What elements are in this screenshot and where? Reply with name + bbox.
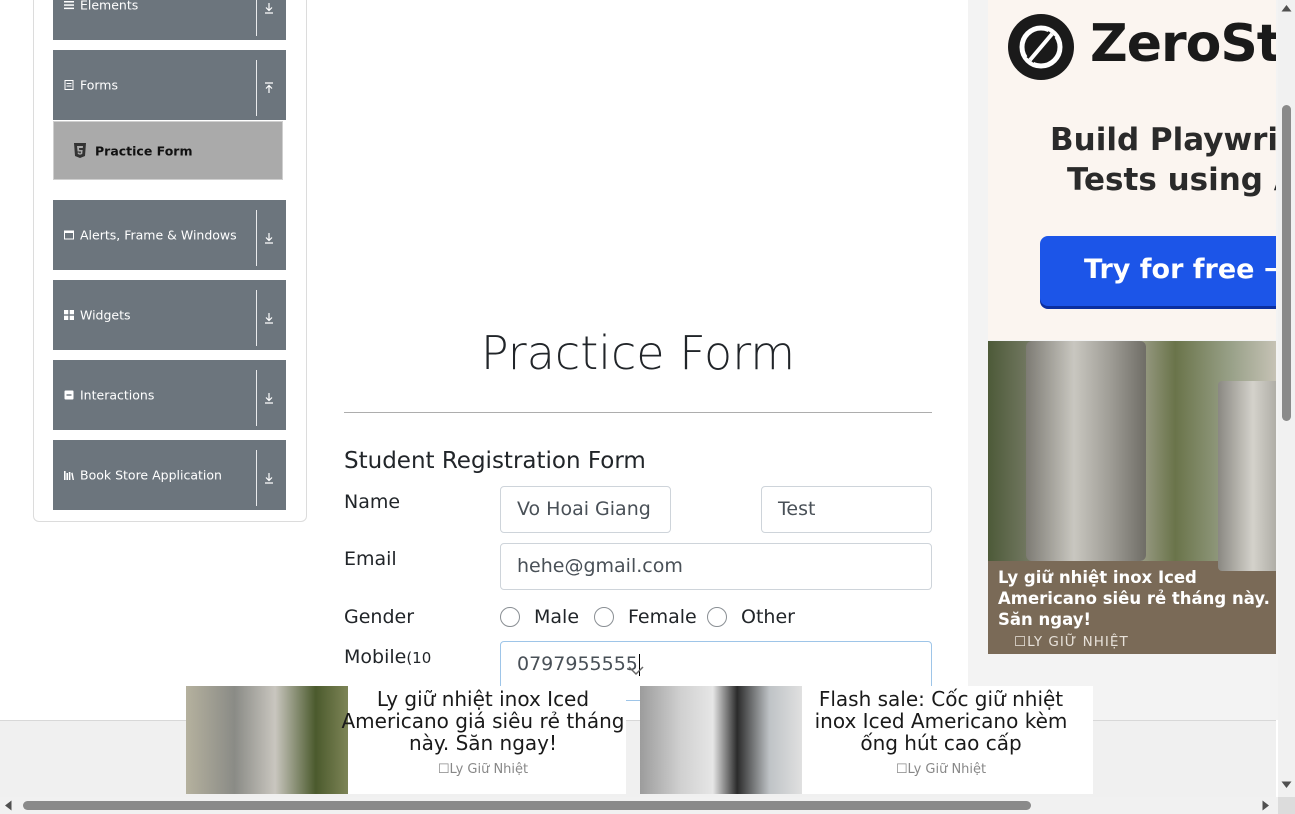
tumbler-photo <box>988 341 1276 571</box>
scroll-right-icon[interactable] <box>1262 800 1270 811</box>
sidebar-group-elements[interactable]: Elements <box>53 0 286 40</box>
name-label: Name <box>344 491 401 513</box>
first-name-input[interactable]: Vo Hoai Giang <box>500 486 671 533</box>
gender-radio-female[interactable]: Female <box>594 604 697 630</box>
books-icon <box>64 470 74 480</box>
ad-thumbnail <box>640 686 802 794</box>
tumbler-image <box>1218 381 1276 571</box>
gender-radio-male[interactable]: Male <box>500 604 579 630</box>
try-for-free-button[interactable]: Try for free → <box>1040 236 1276 306</box>
grid-icon <box>64 310 74 320</box>
page: Elements Forms Practice Form Alerts, Fra… <box>0 0 1295 814</box>
sidebar-group-widgets[interactable]: Widgets <box>53 280 286 350</box>
ad-text: Flash sale: Cốc giữ nhiệt inox Iced Amer… <box>814 687 1068 755</box>
page-title: Practice Form <box>480 326 796 380</box>
html5-icon <box>73 142 87 159</box>
ad-thumbnail <box>186 686 348 794</box>
mobile-label-text: Mobile <box>344 646 407 668</box>
download-arrow-icon[interactable] <box>263 469 275 484</box>
ad-caption: Ly giữ nhiệt inox Iced Americano siêu rẻ… <box>998 568 1270 629</box>
ad-brand: ☐Ly Giữ Nhiệt <box>895 762 987 777</box>
radio-label: Male <box>534 606 580 628</box>
download-arrow-icon[interactable] <box>263 389 275 404</box>
sidebar-group-forms[interactable]: Forms <box>53 50 286 120</box>
last-name-input[interactable]: Test <box>761 486 932 533</box>
divider <box>256 290 257 346</box>
interaction-icon <box>64 390 74 400</box>
mobile-label: Mobile(10 <box>344 646 431 668</box>
mobile-hint: (10 <box>406 649 432 667</box>
ad-tagline-line1: Build Playwrigh <box>1050 122 1276 158</box>
tumbler-ad[interactable]: Ly giữ nhiệt inox Iced Americano siêu rẻ… <box>988 341 1276 654</box>
form-icon <box>64 80 74 90</box>
ad-tagline-line2: Tests using A <box>1067 162 1276 198</box>
divider <box>256 210 257 266</box>
tumbler-image <box>1026 341 1146 561</box>
sidebar-group-alerts[interactable]: Alerts, Frame & Windows <box>53 200 286 270</box>
divider <box>256 370 257 426</box>
sidebar-group-label: Elements <box>80 0 139 13</box>
vertical-scroll-thumb[interactable] <box>1282 105 1291 421</box>
download-arrow-icon[interactable] <box>263 309 275 324</box>
ad-brand: ☐Ly Giữ Nhiệt <box>437 762 529 777</box>
bottom-ad-2[interactable]: Flash sale: Cốc giữ nhiệt inox Iced Amer… <box>640 686 1093 794</box>
scroll-up-icon[interactable] <box>1281 4 1292 12</box>
ad-text: Ly giữ nhiệt inox Iced Americano giá siê… <box>341 687 625 755</box>
list-icon <box>64 0 74 10</box>
sidebar-item-practice-form[interactable]: Practice Form <box>53 121 283 180</box>
bottom-ad-1[interactable]: Ly giữ nhiệt inox Iced Americano giá siê… <box>186 686 626 794</box>
download-arrow-icon[interactable] <box>263 229 275 244</box>
mobile-value: 0797955555 <box>517 653 638 675</box>
radio-button[interactable] <box>500 607 520 627</box>
sidebar-group-label: Book Store Application <box>80 467 222 483</box>
zerostep-logo-icon <box>1008 14 1074 80</box>
ad-brand-link[interactable]: ☐LY GIỮ NHIỆT <box>1014 634 1129 650</box>
email-label: Email <box>344 548 397 570</box>
sidebar-group-label: Forms <box>80 77 119 93</box>
radio-button[interactable] <box>707 607 727 627</box>
chevron-down-icon <box>628 666 644 676</box>
scroll-down-icon[interactable] <box>1281 781 1292 789</box>
ad-brand: ZeroSte <box>1090 14 1276 74</box>
radio-button[interactable] <box>594 607 614 627</box>
gender-label: Gender <box>344 606 415 628</box>
radio-label: Female <box>628 606 697 628</box>
scrollbar-corner <box>1278 797 1295 814</box>
email-input[interactable]: hehe@gmail.com <box>500 543 932 590</box>
sidebar-group-interactions[interactable]: Interactions <box>53 360 286 430</box>
horizontal-scroll-thumb[interactable] <box>23 801 1031 810</box>
divider <box>256 60 257 116</box>
ad-tagline: Build Playwrigh Tests using A <box>1050 120 1276 200</box>
download-arrow-icon[interactable] <box>263 0 275 14</box>
sidebar-group-label: Interactions <box>80 387 155 403</box>
upload-arrow-icon[interactable] <box>263 79 275 93</box>
title-divider <box>344 412 932 413</box>
divider <box>256 450 257 506</box>
zerostep-ad[interactable]: ZeroSte Build Playwrigh Tests using A Tr… <box>988 0 1276 340</box>
sidebar-group-label: Alerts, Frame & Windows <box>80 227 237 243</box>
radio-label: Other <box>741 606 795 628</box>
vertical-scrollbar[interactable] <box>1278 0 1295 797</box>
window-icon <box>64 230 74 240</box>
gender-radio-other[interactable]: Other <box>707 604 795 630</box>
divider <box>256 0 257 36</box>
sidebar-group-book-store[interactable]: Book Store Application <box>53 440 286 510</box>
scroll-left-icon[interactable] <box>4 800 12 811</box>
horizontal-scrollbar[interactable] <box>0 797 1278 814</box>
sidebar-group-label: Widgets <box>80 307 131 323</box>
form-heading: Student Registration Form <box>344 448 646 474</box>
sidebar-item-label: Practice Form <box>95 143 193 158</box>
